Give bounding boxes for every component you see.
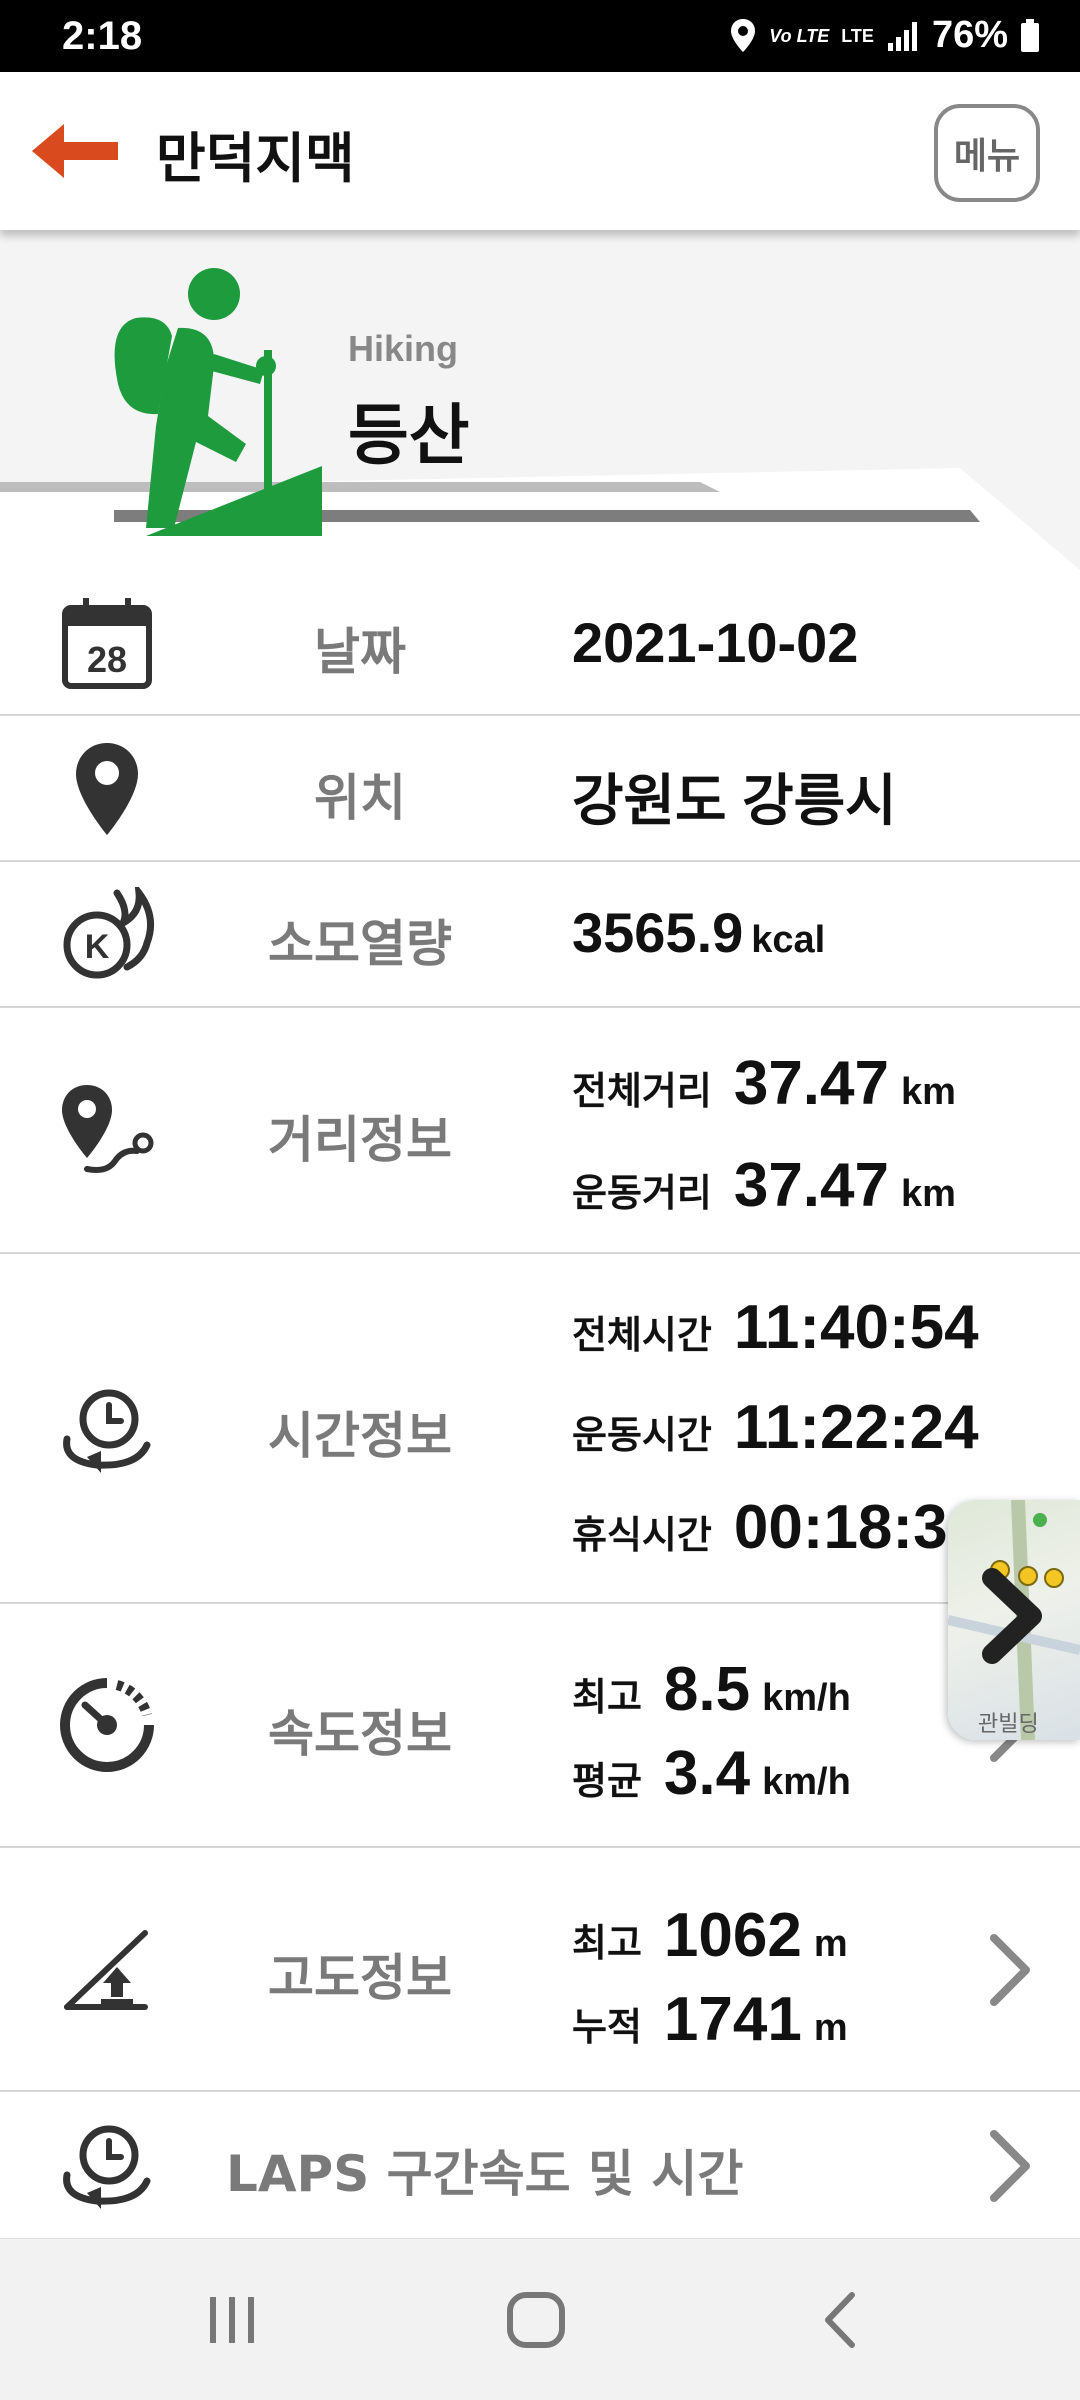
activity-hero: Hiking 등산 xyxy=(0,230,1080,570)
recents-icon[interactable] xyxy=(192,2285,272,2355)
rest-time: 휴식시간 00:18:3 xyxy=(572,1492,948,1563)
speedometer-icon xyxy=(60,1678,154,1772)
clock-cycle-icon xyxy=(63,1389,151,1473)
altitude-label: 고도정보 xyxy=(268,1949,452,2007)
status-bar: 2:18 Vo LTE LTE 76% xyxy=(0,0,1080,72)
avg-speed: 평균 3.4 km/h xyxy=(572,1738,851,1809)
system-nav-bar xyxy=(0,2238,1080,2400)
max-altitude-unit: m xyxy=(813,1923,848,1965)
route-pin-icon xyxy=(62,1085,154,1173)
exercise-time-value: 11:22:24 xyxy=(733,1393,979,1462)
date-label: 날짜 xyxy=(314,623,406,681)
activity-title: 등산 xyxy=(348,397,470,474)
calories-number: 3565.9 xyxy=(572,901,744,964)
exercise-time: 운동시간 11:22:24 xyxy=(572,1392,979,1463)
calories-value: 3565.9 kcal xyxy=(572,900,825,965)
total-time: 전체시간 11:40:54 xyxy=(572,1292,979,1363)
hiker-icon xyxy=(114,268,322,536)
altitude-slope-icon xyxy=(64,1930,148,2010)
battery-percent: 76% xyxy=(931,14,1008,56)
location-status-icon xyxy=(731,18,756,52)
calorie-flame-icon: K xyxy=(63,887,155,979)
exercise-distance-key: 운동거리 xyxy=(572,1171,712,1215)
status-icons: Vo LTE LTE 76% xyxy=(729,14,1040,57)
time-row: 시간정보 전체시간 11:40:54 운동시간 11:22:24 휴식시간 00… xyxy=(0,1254,1080,1604)
max-altitude-key: 최고 xyxy=(572,1921,642,1965)
activity-subtitle: Hiking xyxy=(348,328,459,369)
avg-speed-unit: km/h xyxy=(762,1761,851,1803)
distance-row: 거리정보 전체거리 37.47 km 운동거리 37.47 km xyxy=(0,1008,1080,1254)
speed-label: 속도정보 xyxy=(268,1705,452,1763)
exercise-time-key: 운동시간 xyxy=(572,1413,712,1457)
status-time: 2:18 xyxy=(62,14,143,58)
exercise-distance-unit: km xyxy=(901,1173,956,1215)
location-pin-icon xyxy=(76,743,138,835)
altitude-chevron-right-icon xyxy=(990,1934,1030,2006)
app-header: 만덕지맥 메뉴 xyxy=(0,72,1080,230)
max-speed-unit: km/h xyxy=(762,1677,851,1719)
signal-icon xyxy=(887,21,917,51)
page-title: 만덕지맥 xyxy=(156,127,355,190)
total-distance: 전체거리 37.47 km xyxy=(572,1048,956,1119)
distance-label: 거리정보 xyxy=(268,1111,452,1169)
max-altitude: 최고 1062 m xyxy=(572,1900,848,1971)
time-label: 시간정보 xyxy=(268,1407,452,1465)
altitude-row[interactable]: 고도정보 최고 1062 m 누적 1741 m xyxy=(0,1848,1080,2092)
laps-label: LAPS 구간속도 및 시간 xyxy=(226,2145,744,2203)
location-label: 위치 xyxy=(314,769,406,827)
map-thumbnail-icon xyxy=(948,1500,1080,1740)
cumulative-altitude-value: 1741 xyxy=(663,1985,802,2054)
volte-indicator: Vo LTE xyxy=(769,25,830,46)
map-thumbnail-button[interactable]: 관빌딩 xyxy=(948,1500,1080,1740)
svg-text:K: K xyxy=(85,928,110,966)
location-row: 위치 강원도 강릉시 xyxy=(0,716,1080,862)
calories-unit: kcal xyxy=(751,919,826,961)
total-distance-key: 전체거리 xyxy=(572,1069,712,1113)
map-thumbnail-label: 관빌딩 xyxy=(978,1712,1039,1737)
max-speed-key: 최고 xyxy=(572,1675,642,1719)
menu-button[interactable]: 메뉴 xyxy=(934,104,1040,202)
avg-speed-value: 3.4 xyxy=(663,1739,751,1808)
date-value: 2021-10-02 xyxy=(572,611,859,674)
back-icon[interactable] xyxy=(800,2285,880,2355)
max-altitude-value: 1062 xyxy=(663,1901,802,1970)
total-distance-value: 37.47 xyxy=(733,1049,889,1118)
cumulative-altitude-key: 누적 xyxy=(572,2005,642,2049)
cumulative-altitude-unit: m xyxy=(813,2007,848,2049)
location-value: 강원도 강릉시 xyxy=(572,769,897,832)
avg-speed-key: 평균 xyxy=(572,1759,642,1803)
total-time-value: 11:40:54 xyxy=(733,1293,979,1362)
max-speed-value: 8.5 xyxy=(663,1655,751,1724)
exercise-distance: 운동거리 37.47 km xyxy=(572,1150,956,1221)
back-arrow-button[interactable] xyxy=(24,116,124,186)
cumulative-altitude: 누적 1741 m xyxy=(572,1984,848,2055)
date-row: 28 날짜 2021-10-02 xyxy=(0,572,1080,716)
total-time-key: 전체시간 xyxy=(572,1313,712,1357)
lte-indicator: LTE xyxy=(841,25,874,46)
svg-text:28: 28 xyxy=(87,639,127,680)
laps-chevron-right-icon xyxy=(990,2130,1030,2202)
rest-time-key: 휴식시간 xyxy=(572,1513,712,1557)
max-speed: 최고 8.5 km/h xyxy=(572,1654,851,1725)
total-distance-unit: km xyxy=(901,1071,956,1113)
calories-label: 소모열량 xyxy=(268,915,452,973)
home-icon[interactable] xyxy=(496,2285,576,2355)
laps-row[interactable]: LAPS 구간속도 및 시간 xyxy=(0,2092,1080,2238)
battery-icon xyxy=(1021,18,1039,52)
calories-row: K 소모열량 3565.9 kcal xyxy=(0,862,1080,1008)
exercise-distance-value: 37.47 xyxy=(733,1151,889,1220)
calendar-icon: 28 xyxy=(62,598,152,689)
rest-time-value: 00:18:3 xyxy=(733,1493,948,1562)
speed-row[interactable]: 속도정보 최고 8.5 km/h 평균 3.4 km/h xyxy=(0,1604,1080,1848)
laps-clock-icon xyxy=(63,2125,151,2209)
